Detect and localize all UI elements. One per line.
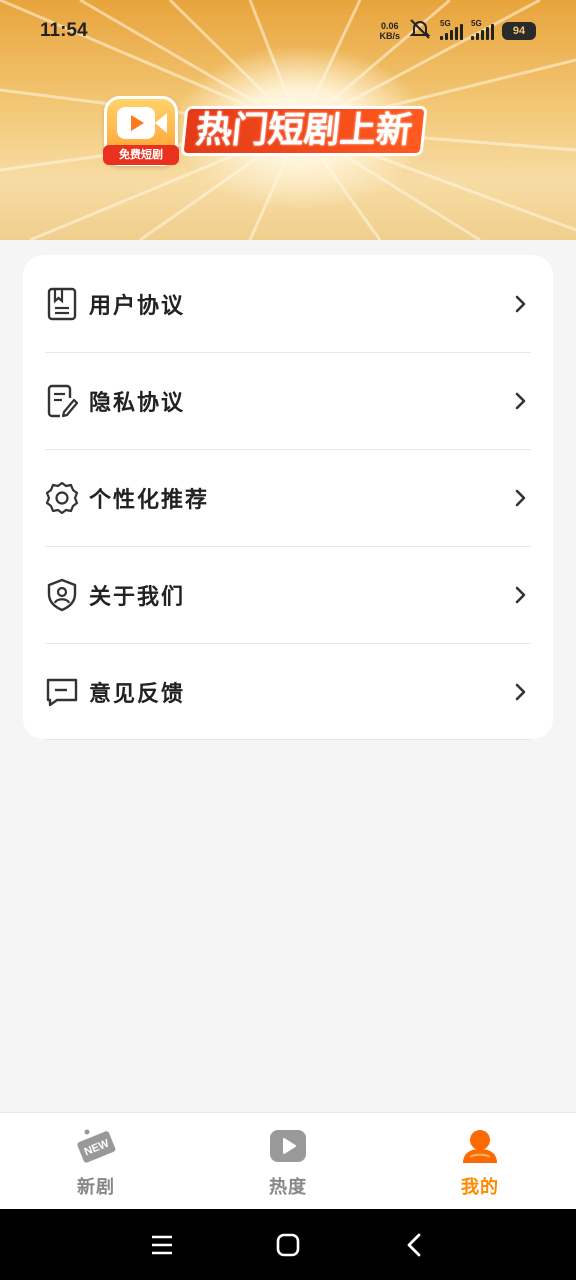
user-icon — [459, 1125, 501, 1167]
document-icon — [45, 287, 79, 321]
tab-new-dramas[interactable]: NEW 新剧 — [0, 1113, 192, 1209]
menu-item-label: 关于我们 — [89, 584, 186, 610]
chevron-right-icon — [511, 682, 531, 702]
app-logo-icon: 免费短剧 — [103, 96, 179, 166]
signal-sim2-icon: 5G — [471, 19, 494, 40]
menu-item-personalized-recommendation[interactable]: 个性化推荐 — [23, 449, 553, 546]
system-navigation-bar — [0, 1209, 576, 1280]
header-banner: 11:54 0.06 KB/s 5G 5G 94 免费短剧 热门短剧上新 — [0, 0, 576, 240]
status-time: 11:54 — [40, 20, 88, 41]
feedback-message-icon — [45, 675, 79, 709]
chevron-right-icon — [511, 391, 531, 411]
menu-item-label: 用户协议 — [89, 293, 186, 319]
new-tag-icon: NEW — [75, 1125, 117, 1167]
menu-icon[interactable] — [147, 1230, 177, 1260]
gear-icon — [45, 481, 79, 515]
sim1-network-type: 5G — [440, 19, 451, 28]
menu-item-label: 隐私协议 — [89, 390, 186, 416]
chevron-right-icon — [511, 585, 531, 605]
menu-item-label: 意见反馈 — [89, 681, 186, 707]
tab-label: 新剧 — [77, 1177, 115, 1198]
bottom-tab-bar: NEW 新剧 热度 我的 — [0, 1112, 576, 1209]
network-speed-unit: KB/s — [379, 31, 400, 41]
network-speed: 0.06 KB/s — [379, 21, 400, 41]
menu-item-about-us[interactable]: 关于我们 — [23, 546, 553, 643]
status-icons: 0.06 KB/s 5G 5G 94 — [379, 18, 536, 44]
battery-icon: 94 — [502, 22, 536, 40]
tab-trending[interactable]: 热度 — [192, 1113, 384, 1209]
shield-user-icon — [45, 578, 79, 612]
menu-item-feedback[interactable]: 意见反馈 — [23, 643, 553, 740]
menu-item-user-agreement[interactable]: 用户协议 — [23, 255, 553, 352]
settings-menu: 用户协议 隐私协议 个性化推荐 关于我们 意见反馈 — [23, 255, 553, 740]
status-bar: 11:54 0.06 KB/s 5G 5G 94 — [0, 0, 576, 62]
tab-label: 热度 — [269, 1177, 307, 1198]
network-speed-value: 0.06 — [380, 21, 399, 31]
promo-banner[interactable]: 免费短剧 热门短剧上新 — [103, 96, 425, 166]
mute-bell-icon — [408, 18, 432, 44]
privacy-edit-icon — [45, 384, 79, 418]
signal-sim1-icon: 5G — [440, 19, 463, 40]
tab-label: 我的 — [461, 1177, 499, 1198]
sim2-network-type: 5G — [471, 19, 482, 28]
promo-title: 热门短剧上新 — [183, 109, 425, 153]
menu-item-label: 个性化推荐 — [89, 487, 210, 513]
back-icon[interactable] — [399, 1230, 429, 1260]
chevron-right-icon — [511, 294, 531, 314]
app-logo-badge: 免费短剧 — [103, 145, 179, 165]
play-icon — [267, 1125, 309, 1167]
menu-item-privacy-agreement[interactable]: 隐私协议 — [23, 352, 553, 449]
tab-mine[interactable]: 我的 — [384, 1113, 576, 1209]
home-icon[interactable] — [273, 1230, 303, 1260]
chevron-right-icon — [511, 488, 531, 508]
